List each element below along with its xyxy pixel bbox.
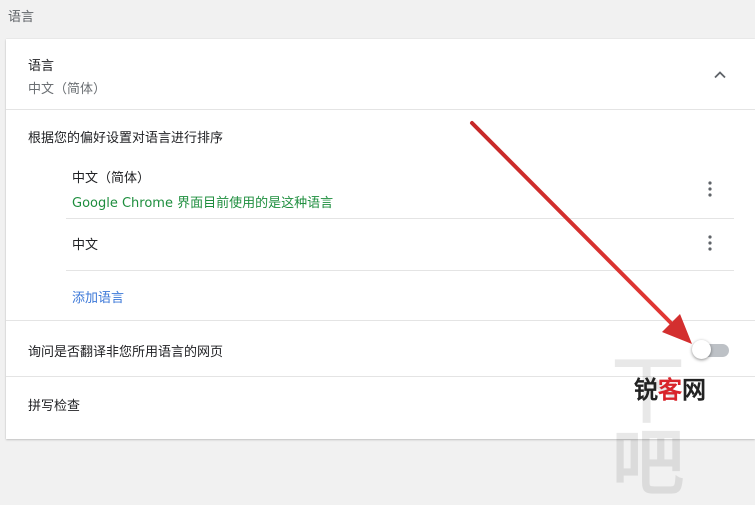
language-header-title: 语言 (28, 59, 55, 74)
language-menu-button[interactable] (702, 231, 718, 255)
divider (66, 218, 734, 219)
divider (66, 270, 734, 271)
spellcheck-label[interactable]: 拼写检查 (28, 395, 80, 414)
watermark-text-3: 网 (682, 376, 706, 404)
add-language-link[interactable]: 添加语言 (72, 287, 124, 306)
language-menu-button[interactable] (702, 177, 718, 201)
translate-prompt-label: 询问是否翻译非您所用语言的网页 (28, 345, 224, 360)
watermark-text-2: 客 (658, 376, 682, 404)
language-header-subtitle: 中文（简体） (28, 82, 107, 97)
collapse-language-button[interactable] (706, 63, 734, 87)
more-vert-icon (708, 235, 712, 251)
divider (6, 320, 755, 321)
sort-instruction: 根据您的偏好设置对语言进行排序 (28, 131, 224, 146)
more-vert-icon (708, 181, 712, 197)
language-item-note: Google Chrome 界面目前使用的是这种语言 (72, 196, 334, 211)
watermark-text-1: 锐 (634, 376, 658, 404)
chevron-up-icon (714, 71, 726, 79)
watermark-logo: 锐客网 (634, 377, 706, 403)
language-item-name: 中文 (72, 238, 99, 253)
divider (6, 109, 755, 110)
language-item-name: 中文（简体） (72, 171, 151, 186)
section-title: 语言 (8, 10, 35, 25)
